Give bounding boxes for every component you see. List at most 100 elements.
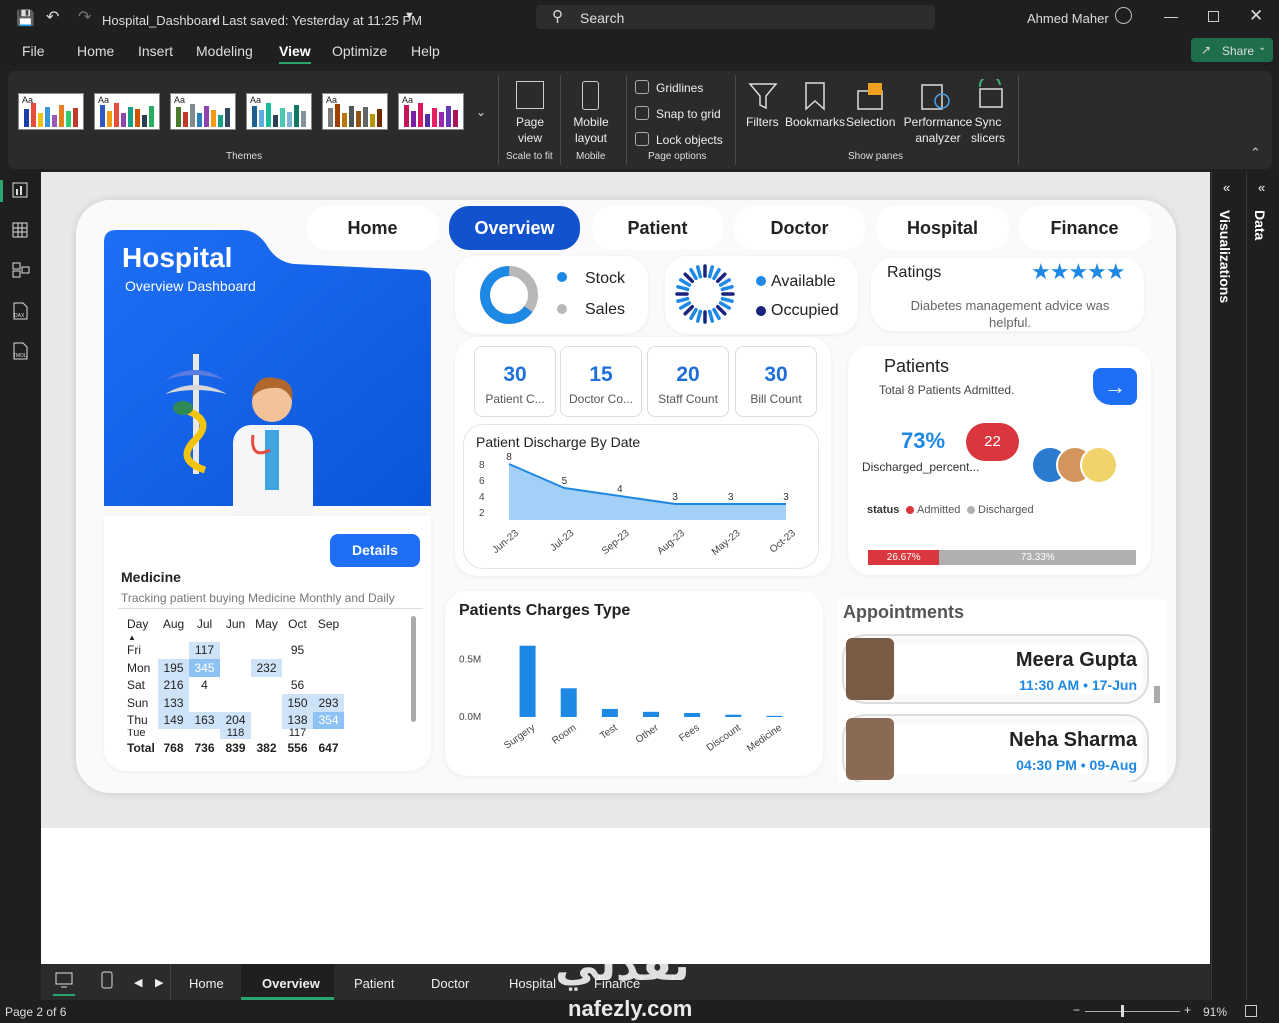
nav-finance[interactable]: Finance [1019, 206, 1150, 250]
gridlines-checkbox[interactable] [635, 80, 649, 94]
bookmarks-button[interactable]: Bookmarks [785, 114, 845, 130]
zoom-out-icon[interactable]: − [1073, 1003, 1080, 1017]
tab-insert[interactable]: Insert [138, 43, 173, 59]
nav-hospital[interactable]: Hospital [876, 206, 1009, 250]
bar [684, 712, 701, 717]
collapse-ribbon-icon[interactable]: ⌃ [1250, 145, 1261, 161]
model-view-icon[interactable] [12, 262, 30, 278]
selection-button[interactable]: Selection [846, 114, 895, 130]
maximize-icon[interactable] [1208, 11, 1219, 22]
minimize-icon[interactable]: — [1164, 8, 1178, 24]
chevron-down-icon[interactable]: ▼ [404, 10, 415, 22]
redo-icon[interactable]: ↷ [78, 7, 91, 27]
star-rating-icon: ★★★★★ [1031, 259, 1126, 284]
left-view-bar: DAX TMDL [0, 172, 40, 964]
desktop-view-icon[interactable] [55, 972, 73, 988]
header-cell[interactable]: Aug [158, 615, 189, 633]
next-page-icon[interactable]: ▶ [155, 976, 163, 989]
fit-to-page-icon[interactable] [1245, 1005, 1257, 1017]
tab-home[interactable]: Home [77, 43, 114, 59]
header-cell[interactable]: Oct [282, 615, 313, 633]
zoom-in-icon[interactable]: + [1184, 1003, 1191, 1017]
search-input[interactable]: Search [580, 10, 624, 26]
mobile-view-icon[interactable] [101, 971, 113, 989]
header-cell[interactable]: Day [124, 615, 158, 633]
data-pane[interactable]: « Data [1246, 172, 1279, 1000]
theme-swatch[interactable]: Aa [18, 93, 84, 130]
user-name[interactable]: Ahmed Maher [1027, 11, 1109, 26]
tab-view[interactable]: View [279, 43, 311, 64]
cell [220, 659, 251, 677]
theme-swatch[interactable]: Aa [170, 93, 236, 130]
save-icon[interactable]: 💾 [16, 9, 35, 27]
details-button[interactable]: Details [330, 534, 420, 567]
table-row: Tue 118 117 [124, 728, 344, 739]
sync-slicers-button[interactable]: Sync slicers [970, 114, 1006, 146]
page-tab-home[interactable]: Home [189, 976, 224, 991]
cell: 4 [201, 678, 208, 693]
kpi-label: Bill Count [750, 392, 802, 406]
theme-swatch[interactable]: Aa [398, 93, 464, 130]
appointment-item[interactable]: Meera Gupta 11:30 AM • 17-Jun [842, 634, 1149, 704]
report-view-icon[interactable] [12, 182, 28, 198]
close-icon[interactable]: ✕ [1249, 6, 1263, 26]
lock-objects-checkbox[interactable] [635, 132, 649, 146]
header-cell[interactable]: Jul [189, 615, 220, 633]
data-label: 4 [617, 484, 623, 495]
nav-doctor[interactable]: Doctor [734, 206, 865, 250]
page-tab-doctor[interactable]: Doctor [431, 976, 469, 991]
theme-swatch[interactable]: Aa [246, 93, 312, 130]
appointment-time: 11:30 AM • 17-Jun [1019, 677, 1137, 693]
tab-file[interactable]: File [22, 43, 45, 59]
tmdl-view-icon[interactable]: TMDL [12, 342, 28, 360]
theme-swatch[interactable]: Aa [322, 93, 388, 130]
matrix-scrollbar[interactable] [411, 616, 416, 722]
filter-icon [748, 83, 778, 110]
undo-icon[interactable]: ↶ [46, 7, 59, 27]
divider [1018, 75, 1019, 165]
search-box[interactable]: ⚲ Search [536, 5, 935, 29]
table-view-icon[interactable] [12, 222, 28, 238]
page-tab-patient[interactable]: Patient [354, 976, 394, 991]
cell: Total [127, 740, 155, 755]
bookmark-icon [805, 82, 825, 111]
header-cell[interactable]: Sep [313, 615, 344, 633]
show-panes-label: Show panes [848, 151, 904, 162]
header-cell[interactable]: May [251, 615, 282, 633]
prev-page-icon[interactable]: ◀ [134, 976, 142, 989]
area-fill [509, 464, 786, 520]
share-button[interactable]: ↗ Share ⌄ [1191, 38, 1273, 62]
patients-title: Patients [884, 356, 950, 376]
zoom-slider-thumb[interactable] [1121, 1005, 1124, 1017]
page-tab-overview[interactable]: Overview [241, 964, 334, 1000]
appointment-item[interactable]: Neha Sharma 04:30 PM • 09-Aug [842, 714, 1149, 782]
tab-optimize[interactable]: Optimize [332, 43, 387, 59]
nav-patient[interactable]: Patient [592, 206, 723, 250]
theme-swatch[interactable]: Aa [94, 93, 160, 130]
x-tick-label: Sep-23 [600, 528, 632, 557]
visualizations-pane[interactable]: « Visualizations [1211, 172, 1244, 1000]
dax-query-icon[interactable]: DAX [12, 302, 28, 320]
appointments-scrollbar[interactable] [1154, 686, 1160, 703]
mobile-layout-button[interactable]: Mobile layout [568, 114, 614, 146]
user-avatar-icon[interactable] [1115, 7, 1132, 24]
page-tab-hospital[interactable]: Hospital [509, 976, 556, 991]
tab-modeling[interactable]: Modeling [196, 43, 253, 59]
page-view-button[interactable]: Page view [510, 114, 550, 146]
themes-expand-icon[interactable]: ⌄ [476, 105, 486, 119]
arrow-right-icon[interactable]: → [1093, 368, 1137, 405]
filters-button[interactable]: Filters [746, 114, 779, 130]
legend-dot-icon [756, 276, 766, 286]
snap-to-grid-checkbox[interactable] [635, 106, 649, 120]
expand-pane-icon[interactable]: « [1223, 180, 1230, 195]
nav-overview[interactable]: Overview [449, 206, 580, 250]
tab-help[interactable]: Help [411, 43, 440, 59]
bed-spoke [720, 285, 734, 292]
cell: 768 [163, 740, 184, 755]
zoom-slider[interactable] [1085, 1011, 1180, 1012]
performance-analyzer-button[interactable]: Performance analyzer [898, 114, 978, 146]
header-cell[interactable]: Jun [220, 615, 251, 633]
bed-spoke [696, 309, 703, 323]
bed-spoke [676, 296, 690, 303]
expand-pane-icon[interactable]: « [1258, 180, 1265, 195]
